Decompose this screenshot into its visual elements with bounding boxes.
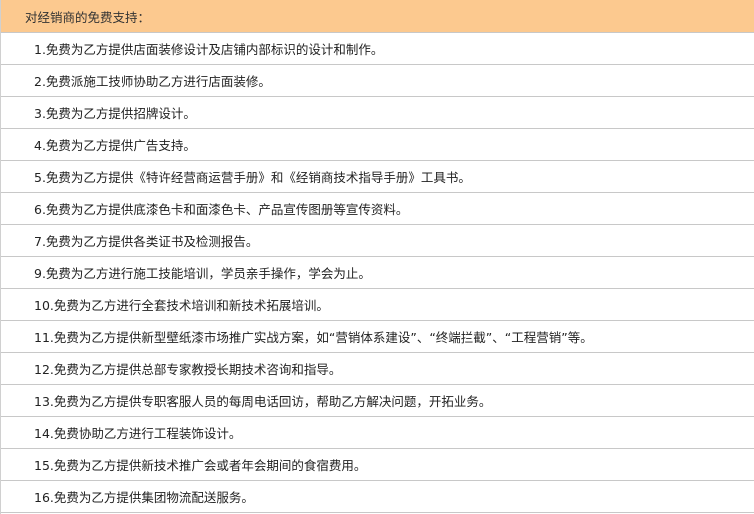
list-item[interactable]: 16.免费为乙方提供集团物流配送服务。 <box>1 481 754 513</box>
list-item-text: 7.免费为乙方提供各类证书及检测报告。 <box>34 234 259 249</box>
list-item[interactable]: 3.免费为乙方提供招牌设计。 <box>1 97 754 129</box>
list-item-text: 2.免费派施工技师协助乙方进行店面装修。 <box>34 74 271 89</box>
header-cell[interactable]: 对经销商的免费支持： <box>1 0 754 33</box>
list-item-text: 12.免费为乙方提供总部专家教授长期技术咨询和指导。 <box>34 362 342 377</box>
list-item-text: 11.免费为乙方提供新型壁纸漆市场推广实战方案，如“营销体系建设”、“终端拦截”… <box>34 330 593 345</box>
list-item[interactable]: 13.免费为乙方提供专职客服人员的每周电话回访，帮助乙方解决问题，开拓业务。 <box>1 385 754 417</box>
list-item[interactable]: 1.免费为乙方提供店面装修设计及店铺内部标识的设计和制作。 <box>1 33 754 65</box>
list-item[interactable]: 11.免费为乙方提供新型壁纸漆市场推广实战方案，如“营销体系建设”、“终端拦截”… <box>1 321 754 353</box>
list-item-text: 1.免费为乙方提供店面装修设计及店铺内部标识的设计和制作。 <box>34 42 384 57</box>
list-item-text: 13.免费为乙方提供专职客服人员的每周电话回访，帮助乙方解决问题，开拓业务。 <box>34 394 492 409</box>
list-item-text: 4.免费为乙方提供广告支持。 <box>34 138 196 153</box>
list-item[interactable]: 10.免费为乙方进行全套技术培训和新技术拓展培训。 <box>1 289 754 321</box>
list-item[interactable]: 15.免费为乙方提供新技术推广会或者年会期间的食宿费用。 <box>1 449 754 481</box>
list-item-text: 9.免费为乙方进行施工技能培训，学员亲手操作，学会为止。 <box>34 266 371 281</box>
list-item[interactable]: 7.免费为乙方提供各类证书及检测报告。 <box>1 225 754 257</box>
list-item-text: 14.免费协助乙方进行工程装饰设计。 <box>34 426 242 441</box>
list-item[interactable]: 14.免费协助乙方进行工程装饰设计。 <box>1 417 754 449</box>
list-item[interactable]: 4.免费为乙方提供广告支持。 <box>1 129 754 161</box>
spreadsheet: 对经销商的免费支持： 1.免费为乙方提供店面装修设计及店铺内部标识的设计和制作。… <box>0 0 754 514</box>
list-item[interactable]: 9.免费为乙方进行施工技能培训，学员亲手操作，学会为止。 <box>1 257 754 289</box>
list-item-text: 5.免费为乙方提供《特许经营商运营手册》和《经销商技术指导手册》工具书。 <box>34 170 471 185</box>
list-item[interactable]: 5.免费为乙方提供《特许经营商运营手册》和《经销商技术指导手册》工具书。 <box>1 161 754 193</box>
list-item-text: 3.免费为乙方提供招牌设计。 <box>34 106 196 121</box>
list-item[interactable]: 6.免费为乙方提供底漆色卡和面漆色卡、产品宣传图册等宣传资料。 <box>1 193 754 225</box>
list-item-text: 10.免费为乙方进行全套技术培训和新技术拓展培训。 <box>34 298 329 313</box>
list-item-text: 15.免费为乙方提供新技术推广会或者年会期间的食宿费用。 <box>34 458 367 473</box>
list-item[interactable]: 2.免费派施工技师协助乙方进行店面装修。 <box>1 65 754 97</box>
header-title: 对经销商的免费支持： <box>25 9 151 25</box>
list-item[interactable]: 12.免费为乙方提供总部专家教授长期技术咨询和指导。 <box>1 353 754 385</box>
list-item-text: 6.免费为乙方提供底漆色卡和面漆色卡、产品宣传图册等宣传资料。 <box>34 202 409 217</box>
list-item-text: 16.免费为乙方提供集团物流配送服务。 <box>34 490 254 505</box>
